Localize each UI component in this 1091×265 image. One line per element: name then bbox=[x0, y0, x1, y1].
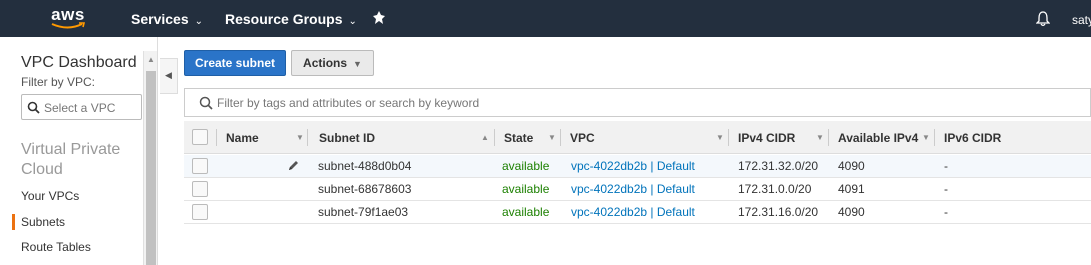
column-divider bbox=[934, 129, 935, 146]
collapse-left-icon: ◀ bbox=[165, 70, 172, 80]
state-cell: available bbox=[502, 182, 550, 196]
chevron-down-icon: ⌄ bbox=[348, 16, 357, 27]
table-row[interactable]: subnet-68678603 available vpc-4022db2b |… bbox=[184, 178, 1091, 201]
sidebar-item-route-tables[interactable]: Route Tables bbox=[21, 240, 91, 254]
vpc-dashboard-link[interactable]: VPC Dashboard bbox=[21, 54, 137, 72]
aws-logo[interactable]: aws bbox=[48, 5, 88, 32]
pin-icon[interactable] bbox=[372, 10, 386, 26]
vpc-link[interactable]: vpc-4022db2b | Default bbox=[571, 205, 695, 219]
column-divider bbox=[494, 129, 495, 146]
bell-icon[interactable] bbox=[1036, 11, 1050, 27]
aws-smile-icon bbox=[51, 22, 86, 29]
user-menu[interactable]: saty bbox=[1072, 13, 1091, 27]
vpc-select[interactable]: Select a VPC bbox=[21, 94, 142, 120]
available-ipv4-cell: 4091 bbox=[838, 182, 865, 196]
column-header-subnet-id[interactable]: Subnet ID bbox=[319, 131, 375, 145]
vpc-select-placeholder: Select a VPC bbox=[44, 101, 116, 115]
ipv6-cidr-cell: - bbox=[944, 205, 948, 219]
search-input[interactable]: Filter by tags and attributes or search … bbox=[184, 88, 1091, 117]
chevron-down-icon: ▼ bbox=[353, 59, 362, 69]
top-nav: aws Services ⌄ Resource Groups ⌄ saty bbox=[0, 0, 1091, 37]
filter-by-vpc-label: Filter by VPC: bbox=[21, 75, 96, 89]
column-divider bbox=[728, 129, 729, 146]
resource-groups-label: Resource Groups bbox=[225, 11, 343, 27]
services-label: Services bbox=[131, 11, 189, 27]
active-indicator bbox=[12, 214, 15, 230]
sort-icon[interactable]: ▼ bbox=[548, 133, 556, 142]
actions-button[interactable]: Actions ▼ bbox=[291, 50, 374, 76]
sidebar-item-your-vpcs[interactable]: Your VPCs bbox=[21, 189, 79, 203]
table-row[interactable]: subnet-79f1ae03 available vpc-4022db2b |… bbox=[184, 201, 1091, 224]
search-placeholder: Filter by tags and attributes or search … bbox=[217, 96, 480, 110]
sort-icon[interactable]: ▼ bbox=[296, 133, 304, 142]
subnet-id-cell: subnet-68678603 bbox=[318, 182, 412, 196]
select-all-checkbox[interactable] bbox=[192, 129, 208, 145]
pencil-icon[interactable] bbox=[287, 159, 300, 172]
column-divider bbox=[560, 129, 561, 146]
collapse-sidebar-button[interactable]: ◀ bbox=[160, 58, 178, 94]
resource-groups-menu[interactable]: Resource Groups ⌄ bbox=[225, 11, 357, 27]
row-checkbox[interactable] bbox=[192, 204, 208, 220]
chevron-down-icon: ⌄ bbox=[194, 16, 203, 27]
row-checkbox[interactable] bbox=[192, 181, 208, 197]
vpc-link[interactable]: vpc-4022db2b | Default bbox=[571, 182, 695, 196]
sort-icon[interactable]: ▲ bbox=[481, 133, 489, 142]
search-icon bbox=[199, 96, 213, 110]
column-header-ipv6-cidr[interactable]: IPv6 CIDR bbox=[944, 131, 1001, 145]
sort-icon[interactable]: ▼ bbox=[922, 133, 930, 142]
sidebar: VPC Dashboard Filter by VPC: Select a VP… bbox=[0, 37, 158, 265]
subnet-id-cell: subnet-488d0b04 bbox=[318, 159, 412, 173]
virtual-private-cloud-heading: Virtual Private Cloud bbox=[21, 141, 121, 178]
row-checkbox[interactable] bbox=[192, 158, 208, 174]
column-header-state[interactable]: State bbox=[504, 131, 533, 145]
column-divider bbox=[828, 129, 829, 146]
create-subnet-button[interactable]: Create subnet bbox=[184, 50, 286, 76]
table-header: Name ▼ Subnet ID ▲ State ▼ VPC ▼ IPv4 CI… bbox=[184, 121, 1091, 154]
state-cell: available bbox=[502, 159, 550, 173]
sidebar-scrollbar[interactable]: ▲ bbox=[143, 51, 157, 265]
ipv4-cidr-cell: 172.31.32.0/20 bbox=[738, 159, 819, 173]
column-divider bbox=[216, 129, 217, 146]
state-cell: available bbox=[502, 205, 550, 219]
actions-label: Actions bbox=[303, 56, 348, 70]
table-row[interactable]: subnet-488d0b04 available vpc-4022db2b |… bbox=[184, 155, 1091, 178]
column-header-vpc[interactable]: VPC bbox=[570, 131, 595, 145]
column-header-name[interactable]: Name bbox=[226, 131, 259, 145]
subnets-table: Name ▼ Subnet ID ▲ State ▼ VPC ▼ IPv4 CI… bbox=[184, 121, 1091, 229]
ipv6-cidr-cell: - bbox=[944, 159, 948, 173]
column-header-ipv4-cidr[interactable]: IPv4 CIDR bbox=[738, 131, 795, 145]
column-divider bbox=[307, 129, 308, 146]
subnet-id-cell: subnet-79f1ae03 bbox=[318, 205, 409, 219]
scroll-up-icon[interactable]: ▲ bbox=[147, 55, 155, 64]
column-header-available-ipv4[interactable]: Available IPv4 bbox=[838, 131, 918, 145]
sort-icon[interactable]: ▼ bbox=[816, 133, 824, 142]
ipv4-cidr-cell: 172.31.16.0/20 bbox=[738, 205, 819, 219]
sidebar-item-subnets[interactable]: Subnets bbox=[21, 215, 65, 229]
services-menu[interactable]: Services ⌄ bbox=[131, 11, 203, 27]
vpc-link[interactable]: vpc-4022db2b | Default bbox=[571, 159, 695, 173]
available-ipv4-cell: 4090 bbox=[838, 205, 865, 219]
search-icon bbox=[27, 101, 40, 114]
ipv6-cidr-cell: - bbox=[944, 182, 948, 196]
sort-icon[interactable]: ▼ bbox=[716, 133, 724, 142]
available-ipv4-cell: 4090 bbox=[838, 159, 865, 173]
ipv4-cidr-cell: 172.31.0.0/20 bbox=[738, 182, 812, 196]
scrollbar-thumb[interactable] bbox=[146, 71, 156, 265]
